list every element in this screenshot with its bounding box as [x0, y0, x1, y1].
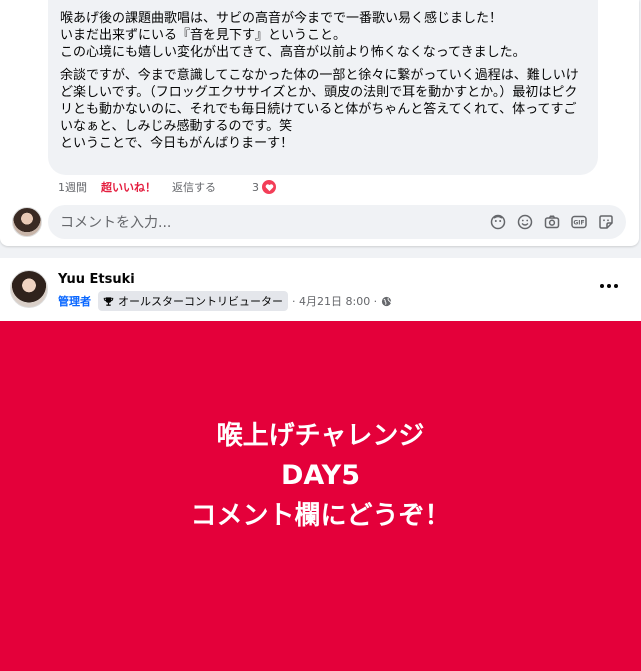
- banner-line-2: DAY5: [280, 460, 361, 491]
- banner-line-1: 喉上げチャレンジ: [216, 421, 425, 451]
- heart-icon: [261, 179, 277, 195]
- comment-card: 喉あげ後の課題曲歌唱は、サビの高音が今までで一番歌い易く感じました！ いまだ出来…: [0, 0, 639, 246]
- reply-button[interactable]: 返信する: [172, 179, 216, 195]
- badge-label: オールスターコントリビューター: [118, 295, 283, 308]
- post-date[interactable]: · 4月21日 8:00 ·: [292, 293, 377, 309]
- author-avatar[interactable]: [10, 270, 48, 308]
- comment-paragraph-2: 余談ですが、今まで意識してこなかった体の一部と徐々に繋がっていく過程は、難しいけ…: [60, 68, 579, 151]
- avatar-sticker-icon[interactable]: [490, 214, 506, 230]
- emoji-icon[interactable]: [517, 214, 533, 230]
- author-name[interactable]: Yuu Etsuki: [58, 272, 135, 287]
- more-options-icon[interactable]: [599, 282, 619, 290]
- role-label: 管理者: [58, 295, 91, 308]
- comment-timestamp[interactable]: 1週間: [58, 179, 87, 195]
- sticker-icon[interactable]: [598, 214, 614, 230]
- comment-composer[interactable]: コメントを入力... GIF: [48, 205, 626, 239]
- user-avatar[interactable]: [12, 207, 42, 237]
- like-button[interactable]: 超いいね！: [101, 179, 156, 195]
- globe-icon: [382, 296, 392, 306]
- trophy-icon: [103, 296, 114, 306]
- reaction-count: 3: [252, 180, 259, 194]
- reaction-summary[interactable]: 3: [252, 179, 277, 195]
- composer-tools: GIF: [490, 214, 614, 230]
- post-image-banner[interactable]: 喉上げチャレンジ DAY5 コメント欄にどうぞ！: [0, 321, 641, 671]
- comment-bubble: 喉あげ後の課題曲歌唱は、サビの高音が今までで一番歌い易く感じました！ いまだ出来…: [48, 0, 598, 175]
- gif-icon[interactable]: GIF: [571, 214, 587, 230]
- post-card: Yuu Etsuki 管理者 オールスターコントリビューター · 4月21日 8…: [0, 258, 641, 671]
- banner-line-3: コメント欄にどうぞ！: [190, 501, 451, 531]
- camera-icon[interactable]: [544, 214, 560, 230]
- post-meta: 管理者 オールスターコントリビューター · 4月21日 8:00 ·: [58, 291, 392, 311]
- comment-paragraph-1: 喉あげ後の課題曲歌唱は、サビの高音が今までで一番歌い易く感じました！ いまだ出来…: [60, 11, 526, 60]
- comment-actions: 1週間 超いいね！ 返信する 3: [58, 178, 277, 196]
- contributor-badge[interactable]: オールスターコントリビューター: [98, 291, 288, 311]
- svg-text:GIF: GIF: [573, 220, 584, 227]
- comment-input[interactable]: コメントを入力...: [60, 212, 490, 232]
